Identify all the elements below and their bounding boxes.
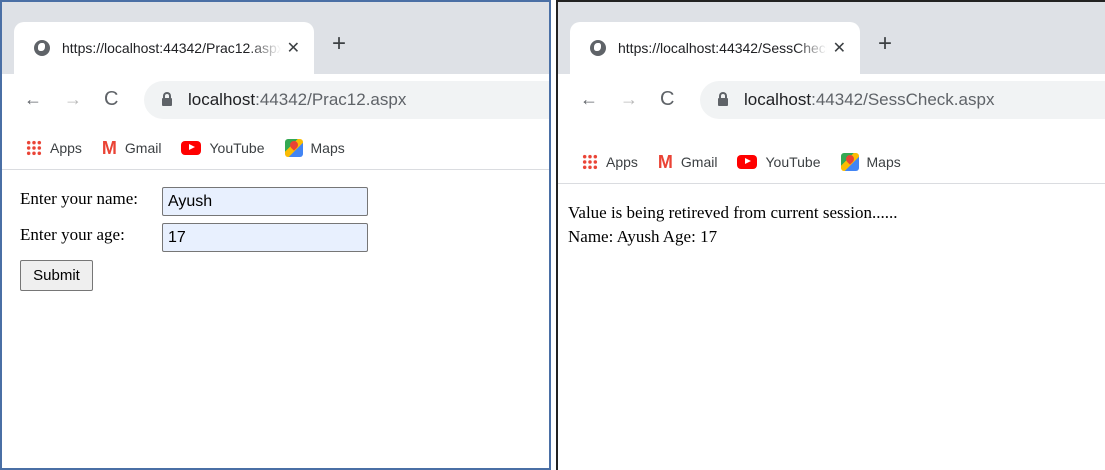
bookmark-gmail[interactable]: M Gmail	[102, 139, 162, 157]
url-text: localhost:44342/Prac12.aspx	[188, 90, 407, 109]
address-bar[interactable]: localhost:44342/SessCheck.aspx	[700, 81, 1105, 119]
close-icon[interactable]: ✕	[833, 38, 846, 58]
submit-button[interactable]: Submit	[20, 260, 93, 291]
bookmark-youtube[interactable]: YouTube	[181, 140, 265, 156]
page-content: Enter your name: Enter your age: Submit	[2, 171, 549, 468]
browser-window-left: https://localhost:44342/Prac12.aspx ✕ + …	[0, 0, 551, 470]
globe-icon	[590, 40, 606, 56]
forward-button[interactable]: →	[620, 88, 638, 110]
back-button[interactable]: ←	[580, 88, 598, 110]
forward-button[interactable]: →	[64, 88, 82, 110]
tab-title: https://localhost:44342/SessCheck.aspx	[618, 40, 827, 56]
name-input[interactable]	[162, 187, 368, 216]
lock-icon[interactable]	[162, 92, 172, 106]
name-label: Enter your name:	[20, 189, 139, 208]
gmail-icon: M	[657, 151, 673, 172]
bookmark-maps[interactable]: Maps	[840, 152, 901, 171]
toolbar: ← → C localhost:44342/SessCheck.aspx	[558, 74, 1105, 126]
tab-title: https://localhost:44342/Prac12.aspx	[62, 40, 281, 56]
maps-icon	[284, 138, 303, 157]
address-bar[interactable]: localhost:44342/Prac12.aspx	[144, 81, 549, 119]
session-values: Name: Ayush Age: 17	[568, 227, 718, 246]
browser-window-right: https://localhost:44342/SessCheck.aspx ✕…	[556, 0, 1105, 470]
new-tab-button[interactable]: +	[332, 32, 346, 56]
bookmark-apps[interactable]: Apps	[582, 153, 638, 170]
gmail-icon: M	[101, 137, 117, 158]
maps-icon	[840, 152, 859, 171]
session-message: Value is being retireved from current se…	[568, 203, 898, 222]
apps-grid-icon	[26, 139, 42, 156]
lock-icon[interactable]	[718, 92, 728, 106]
apps-grid-icon	[582, 153, 598, 170]
url-text: localhost:44342/SessCheck.aspx	[744, 90, 995, 109]
bookmarks-bar: Apps M Gmail YouTube Maps	[2, 126, 549, 170]
bookmark-apps[interactable]: Apps	[26, 139, 82, 156]
tab-strip: https://localhost:44342/SessCheck.aspx ✕…	[558, 2, 1105, 74]
back-button[interactable]: ←	[24, 88, 42, 110]
page-content: Value is being retireved from current se…	[558, 185, 1105, 470]
age-input[interactable]	[162, 223, 368, 252]
name-row: Enter your name:	[20, 189, 138, 209]
globe-icon	[34, 40, 50, 56]
bookmark-gmail[interactable]: M Gmail	[658, 153, 718, 171]
tab-sesscheck[interactable]: https://localhost:44342/SessCheck.aspx ✕	[570, 22, 860, 74]
reload-button[interactable]: C	[104, 88, 118, 110]
close-icon[interactable]: ✕	[287, 38, 300, 58]
bookmark-youtube[interactable]: YouTube	[737, 154, 821, 170]
youtube-icon	[181, 140, 202, 155]
tab-prac12[interactable]: https://localhost:44342/Prac12.aspx ✕	[14, 22, 314, 74]
age-row: Enter your age:	[20, 225, 125, 245]
reload-button[interactable]: C	[660, 88, 674, 110]
bookmarks-bar: Apps M Gmail YouTube Maps	[558, 140, 1105, 184]
age-label: Enter your age:	[20, 225, 125, 244]
new-tab-button[interactable]: +	[878, 32, 892, 56]
tab-strip: https://localhost:44342/Prac12.aspx ✕ +	[2, 2, 549, 74]
youtube-icon	[737, 154, 758, 169]
bookmark-maps[interactable]: Maps	[284, 138, 345, 157]
toolbar: ← → C localhost:44342/Prac12.aspx	[2, 74, 549, 126]
